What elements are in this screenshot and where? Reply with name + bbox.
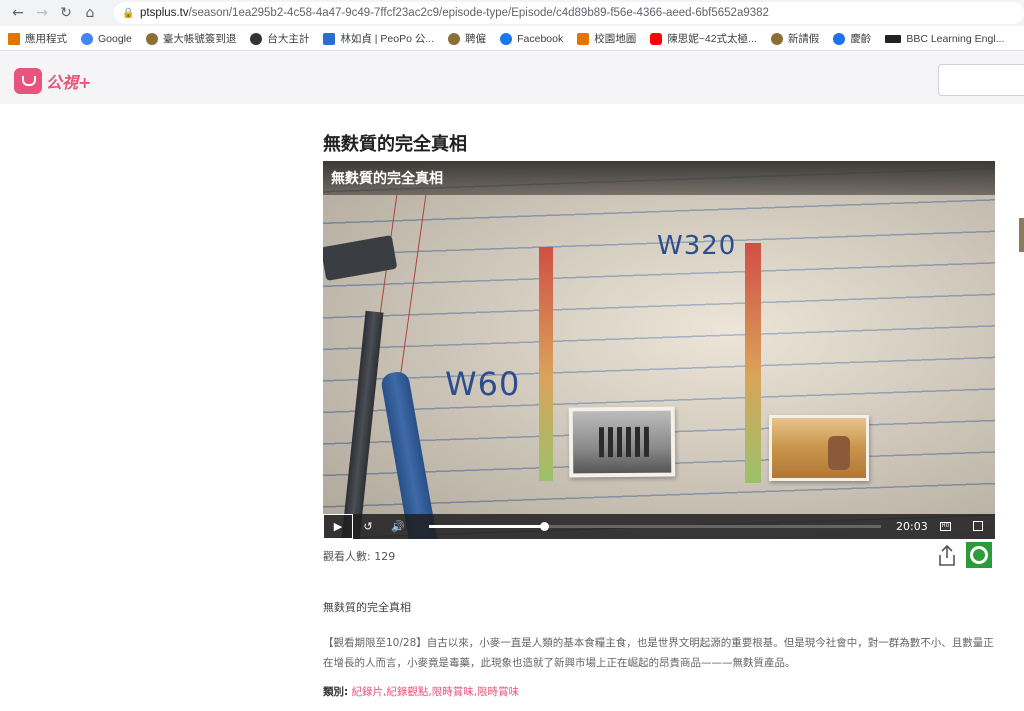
bookmark-peopo[interactable]: 林如貞 | PeoPo 公...: [323, 31, 434, 46]
url-host: ptsplus.tv: [140, 7, 189, 19]
page-title: 無麩質的完全真相: [323, 134, 467, 155]
browser-toolbar: ← → ↻ ⌂ 🔒 ptsplus.tv/season/1ea295b2-4c5…: [0, 0, 1024, 26]
lock-icon: 🔒: [122, 8, 135, 19]
bookmark-label: 慶齡: [850, 33, 872, 45]
bookmarks-bar: 應用程式 Google 臺大帳號簽到退 台大主計 林如貞 | PeoPo 公..…: [0, 27, 1024, 51]
bookmark-hiring[interactable]: 聘僱: [448, 31, 486, 46]
bookmark-google[interactable]: Google: [81, 32, 132, 45]
progress-bar[interactable]: [429, 522, 881, 531]
view-count: 觀看人數: 129: [323, 550, 396, 563]
url-path: /season/1ea295b2-4c58-4a47-9c49-7ffcf23a…: [188, 7, 769, 19]
video-frame-photo-wheat: [769, 415, 869, 481]
bbc-icon: [885, 34, 902, 43]
site-logo[interactable]: 公視+: [14, 68, 91, 94]
progress-knob[interactable]: [540, 522, 550, 531]
category-label: 類別:: [323, 686, 349, 698]
video-frame-bar-w320: [745, 243, 761, 483]
home-icon[interactable]: ⌂: [78, 1, 102, 25]
category-row: 類別: 紀錄片,紀錄觀點,限時賞味,限時賞味: [323, 684, 519, 699]
map-icon: [577, 32, 590, 45]
back-icon[interactable]: ←: [6, 1, 30, 25]
circle-logo-icon: [833, 32, 846, 45]
facebook-icon: [500, 32, 513, 45]
bookmark-label: BBC Learning Engl...: [906, 32, 1005, 45]
category-links[interactable]: 紀錄片,紀錄觀點,限時賞味,限時賞味: [352, 686, 520, 698]
bookmark-label: 應用程式: [25, 33, 67, 45]
video-controls: ▶ ↺ 🔊 20:03 HD: [323, 514, 995, 539]
youtube-icon: [650, 32, 663, 45]
bookmark-label: 聘僱: [465, 33, 487, 45]
bookmark-ntu-accounting[interactable]: 台大主計: [250, 31, 309, 46]
fullscreen-icon[interactable]: [973, 521, 983, 531]
side-thumbnail-edge[interactable]: [1019, 218, 1024, 252]
bookmark-qingling[interactable]: 慶齡: [833, 31, 871, 46]
reload-icon[interactable]: ↻: [54, 1, 78, 25]
bookmark-label: 臺大帳號簽到退: [162, 33, 237, 45]
bookmark-ntu-signin[interactable]: 臺大帳號簽到退: [145, 31, 237, 46]
bookmark-facebook[interactable]: Facebook: [500, 32, 564, 45]
progress-fill: [429, 525, 545, 528]
bookmark-label: Facebook: [517, 32, 564, 45]
video-title-band: 無麩質的完全真相: [323, 161, 995, 195]
description-title: 無麩質的完全真相: [323, 601, 411, 614]
ntu-seal-icon: [770, 32, 783, 45]
address-bar[interactable]: 🔒 ptsplus.tv/season/1ea295b2-4c58-4a47-9…: [114, 2, 1024, 24]
bookmark-label: Google: [98, 32, 132, 45]
video-frame-label-w320: W320: [657, 231, 737, 261]
bookmark-label: 林如貞 | PeoPo 公...: [340, 33, 435, 45]
bookmark-label: 校園地圖: [594, 33, 637, 45]
replay-icon[interactable]: ↺: [353, 514, 383, 539]
apps-grid-icon: [8, 32, 20, 45]
bookmark-label: 新請假: [787, 33, 820, 45]
video-duration: 20:03: [896, 520, 928, 533]
bookmark-label: 台大主計: [267, 33, 310, 45]
forward-icon[interactable]: →: [30, 1, 54, 25]
video-frame-label-w60: W60: [445, 365, 521, 403]
bookmark-bbc[interactable]: BBC Learning Engl...: [885, 33, 1004, 45]
share-icon[interactable]: [936, 544, 958, 568]
video-frame-bar-w60: [539, 247, 553, 481]
globe-icon: [250, 32, 263, 45]
bookmark-leave[interactable]: 新請假: [770, 31, 820, 46]
search-input[interactable]: [938, 64, 1024, 96]
site-header: 公視+: [0, 52, 1024, 104]
bookmark-label: 陳思妮~42式太極...: [667, 33, 757, 45]
bookmark-campus-map[interactable]: 校園地圖: [577, 31, 636, 46]
google-icon: [81, 32, 93, 45]
volume-icon[interactable]: 🔊: [383, 514, 413, 539]
logo-mark-icon: [14, 68, 42, 94]
hd-icon[interactable]: HD: [940, 522, 951, 531]
ntu-seal-icon: [448, 32, 461, 45]
peopo-icon: [323, 32, 336, 45]
video-player[interactable]: W60 W320 無麩質的完全真相 ▶ ↺ 🔊 20:03 HD: [323, 161, 995, 539]
video-overlay-title: 無麩質的完全真相: [331, 171, 443, 187]
logo-text: 公視+: [46, 73, 92, 92]
video-frame-photo-historic: [568, 406, 676, 478]
description-text: 【觀看期限至10/28】自古以來，小麥一直是人類的基本食糧主食，也是世界文明起源…: [323, 637, 994, 669]
play-button[interactable]: ▶: [323, 514, 353, 539]
bookmark-apps[interactable]: 應用程式: [8, 31, 67, 46]
green-badge-icon[interactable]: [966, 542, 992, 568]
bookmark-youtube[interactable]: 陳思妮~42式太極...: [650, 31, 757, 46]
ntu-seal-icon: [145, 32, 158, 45]
